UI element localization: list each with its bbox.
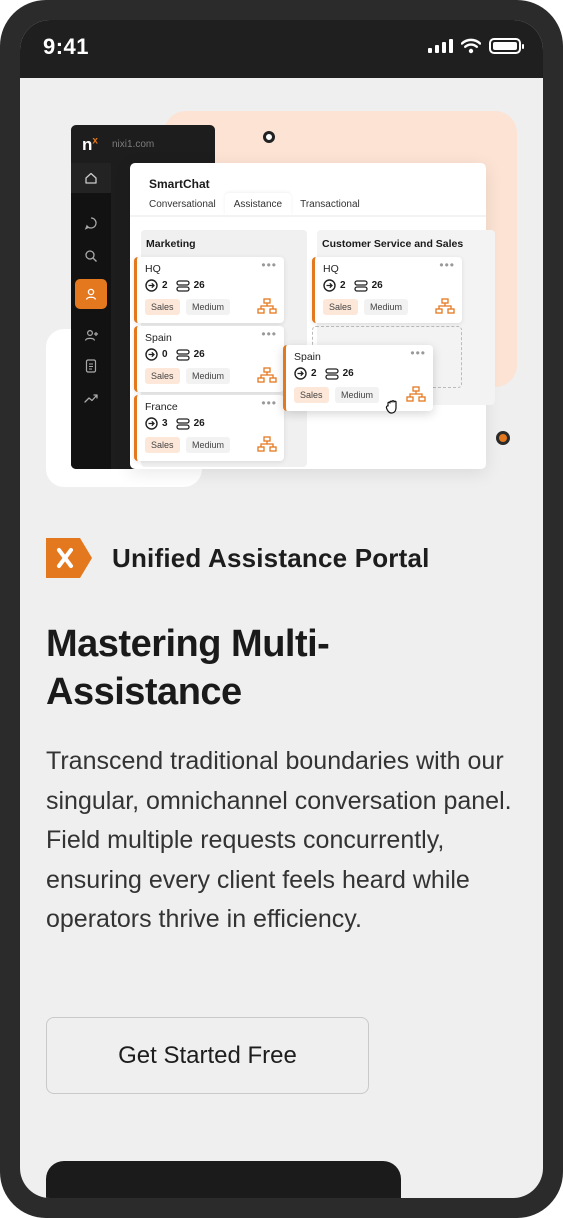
- queue-icon: [353, 279, 368, 292]
- card-stats: 2 26: [294, 367, 354, 380]
- incoming-count: 3: [162, 418, 168, 429]
- card-stats: 3 26: [145, 417, 205, 430]
- grab-cursor-icon: [385, 400, 397, 414]
- panel-title: SmartChat: [149, 177, 210, 191]
- incoming-icon: [294, 367, 307, 380]
- card-name: Spain: [294, 351, 321, 363]
- phone-frame: 9:41 nx nixi1.com SmartChat Conversation…: [0, 0, 563, 1218]
- tag-priority: Medium: [335, 387, 380, 403]
- tag-priority: Medium: [364, 299, 409, 315]
- incoming-count: 0: [162, 349, 168, 360]
- side-rail: [71, 163, 111, 469]
- hierarchy-icon: [257, 367, 277, 383]
- app-domain: nixi1.com: [112, 139, 155, 150]
- next-section-card: [46, 1161, 401, 1198]
- tab-transactional[interactable]: Transactional: [291, 193, 369, 216]
- product-badge: Unified Assistance Portal: [46, 538, 430, 578]
- home-icon[interactable]: [71, 163, 111, 193]
- queue-card[interactable]: Spain ••• 0 26 Sales Medium: [134, 326, 284, 392]
- card-stats: 0 26: [145, 348, 205, 361]
- hierarchy-icon: [406, 386, 426, 402]
- more-icon[interactable]: •••: [439, 258, 455, 272]
- wifi-icon: [461, 38, 481, 54]
- document-icon[interactable]: [75, 351, 107, 381]
- queue-icon: [175, 417, 190, 430]
- hierarchy-icon: [257, 298, 277, 314]
- status-time: 9:41: [43, 34, 90, 59]
- queue-card[interactable]: France ••• 3 26 Sales Medium: [134, 395, 284, 461]
- card-name: Spain: [145, 332, 172, 344]
- tag-sales: Sales: [145, 368, 180, 384]
- tag-sales: Sales: [323, 299, 358, 315]
- search-icon[interactable]: [75, 241, 107, 271]
- queue-icon: [324, 367, 339, 380]
- incoming-count: 2: [340, 280, 346, 291]
- tab-divider: [130, 215, 486, 217]
- queue-count: 26: [193, 418, 205, 429]
- queue-card[interactable]: HQ ••• 2 26 Sales Medium: [134, 257, 284, 323]
- tag-sales: Sales: [294, 387, 329, 403]
- queue-count: 26: [371, 280, 383, 291]
- status-bar: 9:41: [20, 20, 543, 78]
- incoming-icon: [323, 279, 336, 292]
- tag-priority: Medium: [186, 299, 231, 315]
- column-title: Marketing: [146, 238, 196, 250]
- incoming-icon: [145, 279, 158, 292]
- queue-count: 26: [193, 280, 205, 291]
- incoming-icon: [145, 417, 158, 430]
- trend-icon[interactable]: [75, 383, 107, 413]
- status-icons: [428, 38, 524, 54]
- user-icon[interactable]: [75, 279, 107, 309]
- product-logo-icon: [46, 538, 92, 578]
- more-icon[interactable]: •••: [261, 258, 277, 272]
- dragging-queue-card[interactable]: Spain ••• 2 26 Sales Medium: [283, 345, 433, 411]
- tab-bar: Conversational Assistance Transactional: [140, 193, 369, 216]
- hierarchy-icon: [435, 298, 455, 314]
- queue-card[interactable]: HQ ••• 2 26 Sales Medium: [312, 257, 462, 323]
- tag-priority: Medium: [186, 368, 231, 384]
- queue-icon: [175, 348, 190, 361]
- card-stats: 2 26: [323, 279, 383, 292]
- more-icon[interactable]: •••: [261, 396, 277, 410]
- more-icon[interactable]: •••: [261, 327, 277, 341]
- card-name: France: [145, 401, 178, 413]
- queue-count: 26: [342, 368, 354, 379]
- get-started-button[interactable]: Get Started Free: [46, 1017, 369, 1094]
- queue-icon: [175, 279, 190, 292]
- app-logo: nx: [82, 135, 98, 154]
- incoming-count: 2: [162, 280, 168, 291]
- tag-sales: Sales: [145, 299, 180, 315]
- tab-assistance[interactable]: Assistance: [224, 193, 292, 216]
- column-title: Customer Service and Sales: [322, 238, 464, 250]
- product-name: Unified Assistance Portal: [112, 542, 430, 573]
- body-text: Transcend traditional boundaries with ou…: [46, 747, 512, 933]
- hierarchy-icon: [257, 436, 277, 452]
- battery-icon: [489, 38, 524, 54]
- more-icon[interactable]: •••: [410, 346, 426, 360]
- card-name: HQ: [323, 263, 339, 275]
- decorative-dot: [263, 131, 275, 143]
- decorative-dot-orange: [496, 431, 510, 445]
- card-stats: 2 26: [145, 279, 205, 292]
- signal-icon: [428, 39, 453, 53]
- chat-icon[interactable]: [75, 208, 107, 238]
- headline: Mastering Multi-Assistance: [46, 623, 330, 713]
- incoming-count: 2: [311, 368, 317, 379]
- queue-count: 26: [193, 349, 205, 360]
- tag-priority: Medium: [186, 437, 231, 453]
- tab-conversational[interactable]: Conversational: [140, 193, 225, 216]
- add-user-icon[interactable]: [75, 320, 107, 350]
- screen: 9:41 nx nixi1.com SmartChat Conversation…: [20, 20, 543, 1198]
- card-name: HQ: [145, 263, 161, 275]
- tag-sales: Sales: [145, 437, 180, 453]
- incoming-icon: [145, 348, 158, 361]
